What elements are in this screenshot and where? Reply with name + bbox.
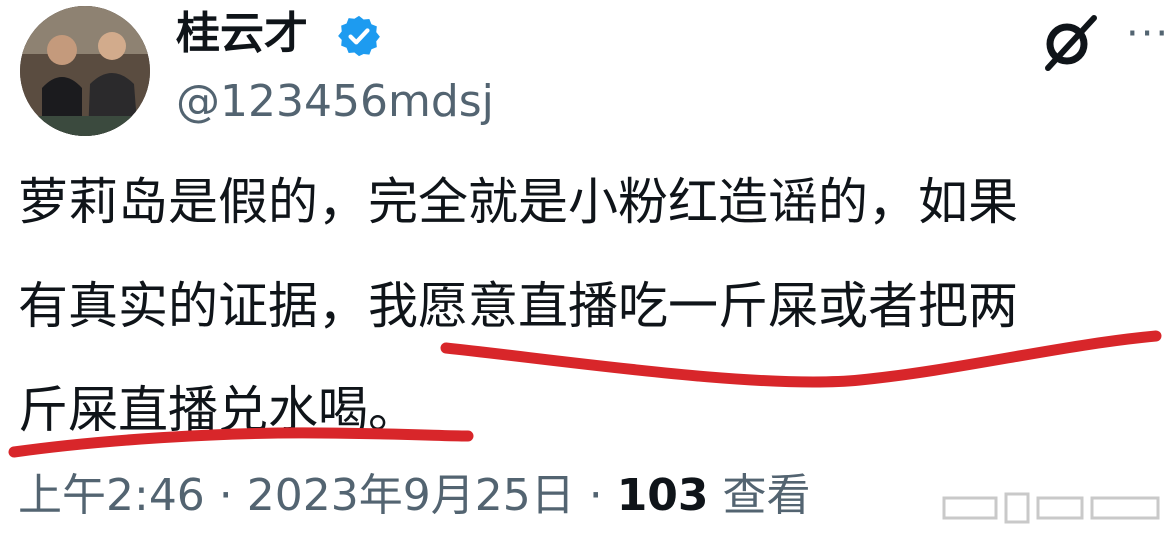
author-avatar[interactable] bbox=[20, 6, 150, 136]
twitter-x-logo-icon bbox=[1045, 15, 1097, 71]
verified-badge-icon bbox=[338, 15, 380, 57]
tweet-text-line: 萝莉岛是假的，完全就是小粉红造谣的，如果 bbox=[18, 173, 1018, 231]
tweet-text-line: 斤屎直播兑水喝。 bbox=[18, 381, 418, 439]
tweet-text-line: 有真实的证据，我愿意直播吃一斤屎或者把两 bbox=[18, 277, 1018, 335]
more-options-icon[interactable]: ··· bbox=[1126, 14, 1170, 54]
tweet-text: 萝莉岛是假的，完全就是小粉红造谣的，如果 有真实的证据，我愿意直播吃一斤屎或者把… bbox=[18, 150, 1168, 462]
author-handle[interactable]: @123456mdsj bbox=[176, 72, 494, 132]
author-name[interactable]: 桂云才 bbox=[176, 6, 308, 62]
watermark-icon bbox=[942, 492, 1160, 524]
tweet-metadata: 上午2:46 · 2023年9月25日 · 103 查看 bbox=[18, 466, 811, 526]
tweet-timestamp[interactable]: 上午2:46 · 2023年9月25日 · bbox=[18, 470, 617, 521]
view-count: 103 bbox=[616, 470, 709, 521]
view-count-label: 查看 bbox=[708, 470, 811, 521]
